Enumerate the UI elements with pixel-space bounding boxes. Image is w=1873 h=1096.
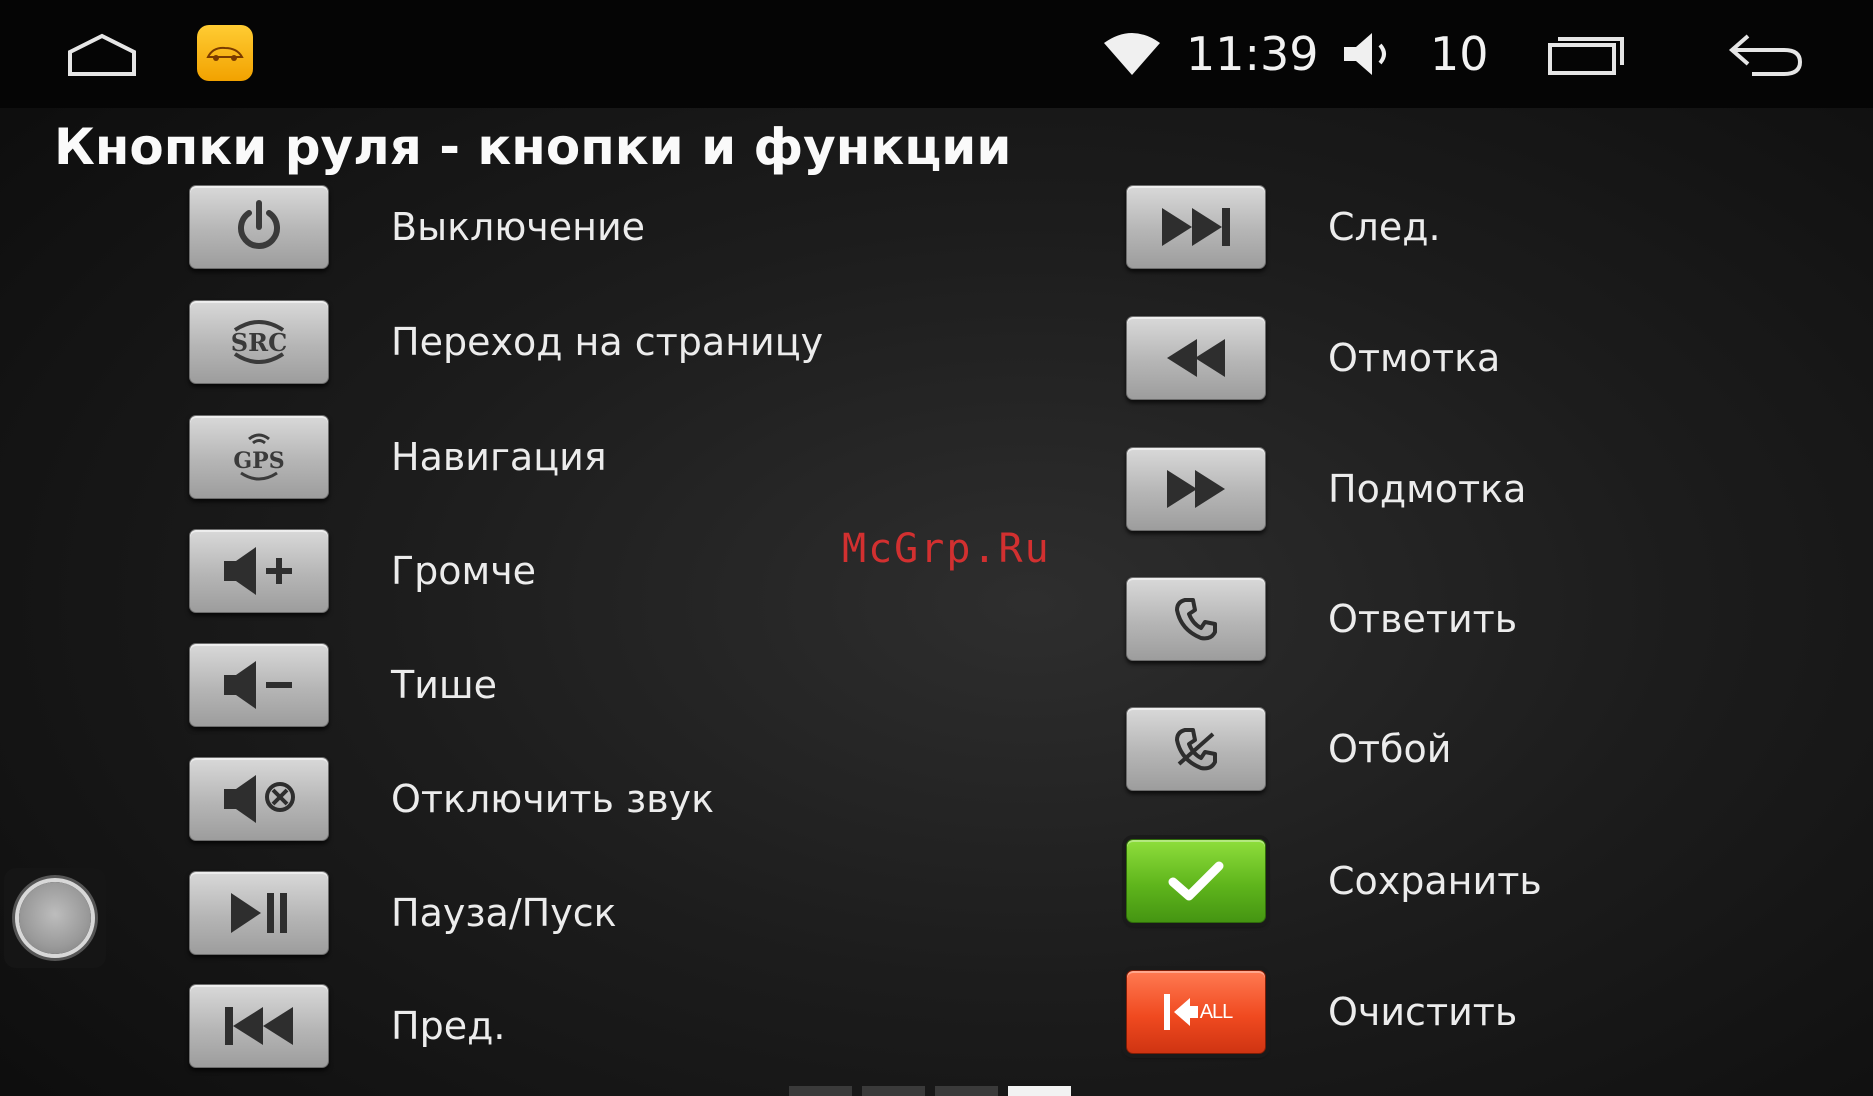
- function-label: Сохранить: [1328, 859, 1542, 903]
- function-row-navigation: GPS Навигация: [189, 414, 607, 500]
- page-indicator-dot[interactable]: [862, 1086, 925, 1096]
- function-label: Отбой: [1328, 727, 1452, 771]
- function-label: Навигация: [391, 435, 607, 479]
- volume-up-button[interactable]: [189, 529, 329, 613]
- play-pause-icon: [231, 893, 287, 933]
- gps-icon-text: GPS: [233, 448, 285, 474]
- answer-call-button[interactable]: [1126, 577, 1266, 661]
- function-label: Ответить: [1328, 597, 1518, 641]
- recent-apps-icon: [1548, 37, 1624, 75]
- floating-assistive-button[interactable]: [4, 868, 106, 968]
- next-track-icon: [1162, 208, 1230, 246]
- app-logo-icon: [197, 25, 253, 81]
- mute-icon: [224, 775, 295, 823]
- function-row-mute: Отключить звук: [189, 756, 714, 842]
- checkmark-icon: [1168, 861, 1224, 901]
- function-row-source: SRC Переход на страницу: [189, 299, 823, 385]
- hangup-call-button[interactable]: [1126, 707, 1266, 791]
- back-icon: [1728, 34, 1803, 76]
- page-indicator-dot[interactable]: [935, 1086, 998, 1096]
- function-label: Громче: [391, 549, 537, 593]
- previous-track-icon: [225, 1007, 293, 1045]
- volume-icon: [1344, 33, 1386, 75]
- function-row-save: Сохранить: [1126, 838, 1542, 924]
- back-button[interactable]: [1724, 28, 1808, 82]
- source-button[interactable]: SRC: [189, 300, 329, 384]
- fast-forward-icon: [1167, 470, 1225, 508]
- function-row-power: Выключение: [189, 184, 645, 270]
- function-row-play-pause: Пауза/Пуск: [189, 870, 617, 956]
- function-label: Подмотка: [1328, 467, 1527, 511]
- fast-forward-button[interactable]: [1126, 447, 1266, 531]
- save-button[interactable]: [1126, 839, 1266, 923]
- clear-all-icon-text: ALL: [1199, 1000, 1234, 1023]
- app-logo-button[interactable]: [196, 24, 254, 82]
- rewind-icon: [1167, 339, 1225, 377]
- function-row-answer: Ответить: [1126, 576, 1517, 662]
- status-bar: 11:39 10: [0, 0, 1873, 108]
- phone-answer-icon: [1175, 598, 1217, 641]
- src-icon-text: SRC: [230, 327, 288, 357]
- previous-track-button[interactable]: [189, 984, 329, 1068]
- gps-icon: GPS: [227, 427, 291, 487]
- function-label: Очистить: [1328, 990, 1518, 1034]
- clock: 11:39: [1186, 27, 1319, 81]
- wifi-icon: [1104, 33, 1160, 75]
- volume-down-button[interactable]: [189, 643, 329, 727]
- phone-hangup-icon: [1175, 728, 1217, 771]
- power-button[interactable]: [189, 185, 329, 269]
- function-row-volume-up: Громче: [189, 528, 536, 614]
- play-pause-button[interactable]: [189, 871, 329, 955]
- page-indicator-dot[interactable]: [789, 1086, 852, 1096]
- rewind-button[interactable]: [1126, 316, 1266, 400]
- function-row-clear: ALL Очистить: [1126, 969, 1517, 1055]
- volume-level: 10: [1430, 27, 1489, 81]
- watermark: McGrp.Ru: [842, 526, 1051, 572]
- function-label: Тише: [391, 663, 498, 707]
- volume-up-icon: [224, 547, 292, 595]
- assistive-touch-icon: [19, 882, 91, 954]
- function-row-next: След.: [1126, 184, 1441, 270]
- function-label: Пауза/Пуск: [391, 891, 617, 935]
- function-row-hangup: Отбой: [1126, 706, 1451, 792]
- volume-down-icon: [224, 661, 292, 709]
- clear-all-button[interactable]: ALL: [1126, 970, 1266, 1054]
- navigation-button[interactable]: GPS: [189, 415, 329, 499]
- function-row-rewind: Отмотка: [1126, 315, 1500, 401]
- function-row-previous: Пред.: [189, 983, 505, 1069]
- recent-apps-button[interactable]: [1544, 30, 1628, 78]
- volume-status[interactable]: [1338, 30, 1398, 78]
- function-row-volume-down: Тише: [189, 642, 497, 728]
- function-label: Пред.: [391, 1004, 506, 1048]
- home-icon: [68, 33, 136, 76]
- next-track-button[interactable]: [1126, 185, 1266, 269]
- function-label: Отмотка: [1328, 336, 1501, 380]
- home-button[interactable]: [62, 30, 142, 80]
- src-icon: SRC: [225, 312, 293, 372]
- function-label: Выключение: [391, 205, 646, 249]
- page-indicator-dot-active[interactable]: [1008, 1086, 1071, 1096]
- clear-all-icon: ALL: [1160, 990, 1233, 1034]
- page-indicator: [789, 1086, 1071, 1096]
- mute-button[interactable]: [189, 757, 329, 841]
- function-row-fast-forward: Подмотка: [1126, 446, 1526, 532]
- function-label: След.: [1328, 205, 1441, 249]
- function-label: Отключить звук: [391, 777, 715, 821]
- power-icon: [238, 200, 280, 249]
- page-title: Кнопки руля - кнопки и функции: [54, 118, 1012, 176]
- function-label: Переход на страницу: [391, 320, 824, 364]
- wifi-status: [1100, 30, 1164, 78]
